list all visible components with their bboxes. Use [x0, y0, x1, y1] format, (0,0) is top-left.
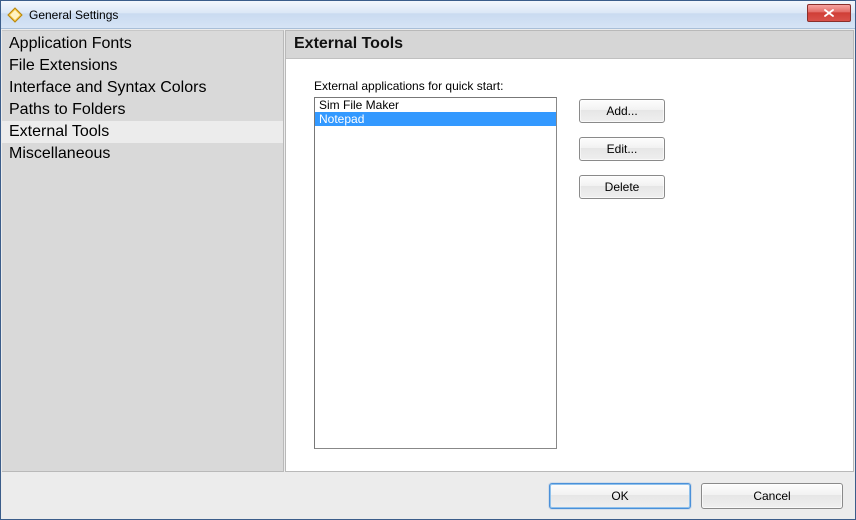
titlebar: General Settings: [1, 1, 855, 29]
cancel-button[interactable]: Cancel: [701, 483, 843, 509]
sidebar-item-miscellaneous[interactable]: Miscellaneous: [2, 143, 283, 165]
dialog-body: Application Fonts File Extensions Interf…: [1, 29, 855, 519]
panel-header: External Tools: [286, 31, 853, 59]
delete-button[interactable]: Delete: [579, 175, 665, 199]
ok-button[interactable]: OK: [549, 483, 691, 509]
window-title: General Settings: [29, 8, 118, 22]
list-label: External applications for quick start:: [314, 79, 837, 93]
close-icon: [824, 9, 834, 17]
content-panel: External Tools External applications for…: [285, 30, 854, 472]
list-item[interactable]: Notepad: [315, 112, 556, 126]
main-split: Application Fonts File Extensions Interf…: [1, 29, 855, 473]
app-icon: [7, 7, 23, 23]
panel-body: External applications for quick start: S…: [286, 59, 853, 471]
list-button-column: Add... Edit... Delete: [579, 97, 665, 199]
edit-button[interactable]: Edit...: [579, 137, 665, 161]
sidebar-item-interface-syntax-colors[interactable]: Interface and Syntax Colors: [2, 77, 283, 99]
panel-title: External Tools: [294, 35, 403, 52]
sidebar-item-external-tools[interactable]: External Tools: [2, 121, 283, 143]
sidebar-item-application-fonts[interactable]: Application Fonts: [2, 33, 283, 55]
external-tools-listbox[interactable]: Sim File Maker Notepad: [314, 97, 557, 449]
list-item[interactable]: Sim File Maker: [315, 98, 556, 112]
sidebar-item-paths-to-folders[interactable]: Paths to Folders: [2, 99, 283, 121]
close-button[interactable]: [807, 4, 851, 22]
settings-window: General Settings Application Fonts File …: [0, 0, 856, 520]
sidebar-item-file-extensions[interactable]: File Extensions: [2, 55, 283, 77]
dialog-footer: OK Cancel: [1, 473, 855, 519]
add-button[interactable]: Add...: [579, 99, 665, 123]
tools-row: Sim File Maker Notepad Add... Edit... De…: [314, 97, 837, 449]
category-sidebar: Application Fonts File Extensions Interf…: [2, 30, 284, 472]
